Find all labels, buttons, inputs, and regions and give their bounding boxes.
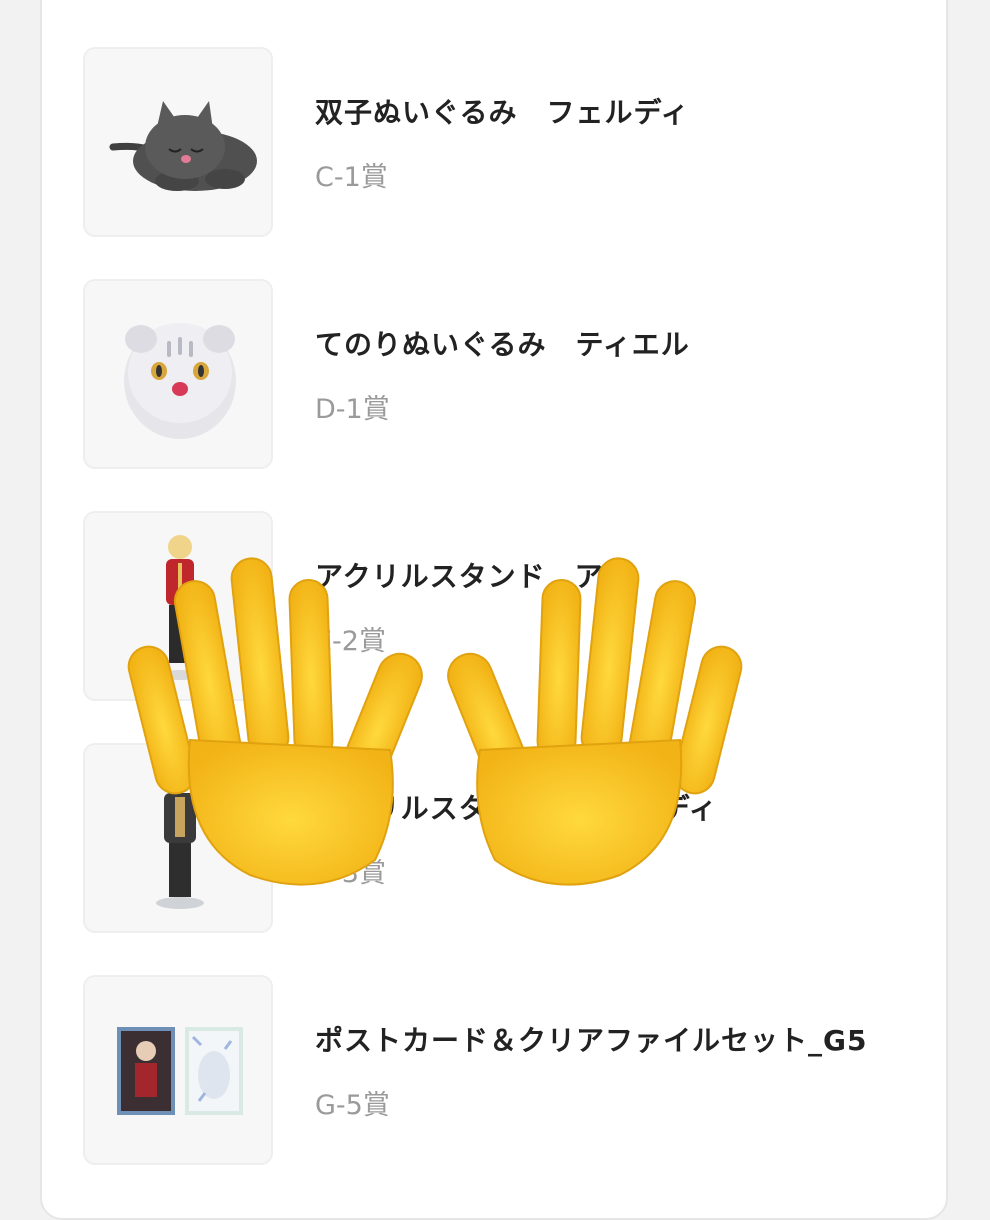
prize-title: ポストカード＆クリアファイルセット_G5 — [315, 1024, 868, 1057]
list-item[interactable]: 双子ぬいぐるみ フェルディ C-1賞 — [83, 47, 923, 239]
prize-rank: G-5賞 — [315, 1090, 390, 1121]
list-item[interactable]: ポストカード＆クリアファイルセット_G5 G-5賞 — [83, 975, 923, 1167]
white-tiger-plush-thumbnail — [83, 279, 273, 469]
gray-cat-plush-thumbnail — [83, 47, 273, 237]
postcard-clear-file-set-thumbnail — [83, 975, 273, 1165]
list-item[interactable]: アクリルスタンド アン E-2賞 — [83, 511, 923, 703]
prize-rank: C-1賞 — [315, 162, 388, 193]
prize-title: 双子ぬいぐるみ フェルディ — [315, 96, 690, 129]
prize-rank: E-2賞 — [315, 626, 386, 657]
list-item[interactable]: てのりぬいぐるみ ティエル D-1賞 — [83, 279, 923, 471]
prize-rank: D-1賞 — [315, 394, 390, 425]
acrylic-stand-red-uniform-thumbnail — [83, 511, 273, 701]
prize-title: てのりぬいぐるみ ティエル — [315, 328, 690, 361]
list-item[interactable]: アクリルスタンド フェルディ E-3賞 — [83, 743, 923, 935]
prize-rank: E-3賞 — [315, 858, 386, 889]
acrylic-stand-dark-coat-thumbnail — [83, 743, 273, 933]
prize-title: アクリルスタンド フェルディ — [315, 792, 718, 825]
prize-title: アクリルスタンド アン — [315, 560, 632, 593]
